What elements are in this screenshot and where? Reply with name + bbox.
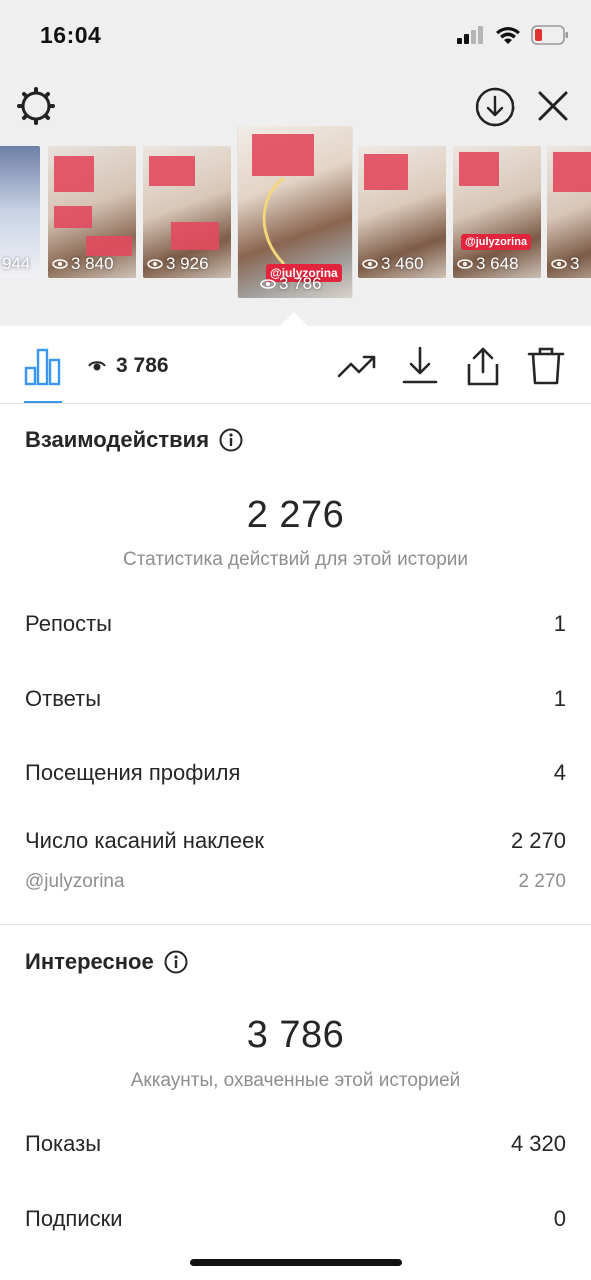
- story-thumb[interactable]: 3 460: [358, 146, 446, 278]
- story-thumb[interactable]: 3 840: [48, 146, 136, 278]
- stat-row: Репосты 1: [25, 611, 566, 637]
- gear-icon[interactable]: [16, 86, 56, 126]
- selected-pointer: [280, 312, 308, 326]
- home-indicator[interactable]: [190, 1259, 402, 1266]
- thumb-views: 3 926: [147, 254, 209, 274]
- stat-label: Подписки: [25, 1206, 123, 1231]
- story-thumb[interactable]: 3 926: [143, 146, 231, 278]
- stat-row: Число касаний наклеек 2 270: [25, 828, 566, 854]
- download-icon[interactable]: [400, 346, 440, 386]
- story-thumb[interactable]: 3: [547, 146, 591, 278]
- eye-icon: [147, 259, 163, 269]
- story-thumb[interactable]: 944: [0, 146, 40, 278]
- story-thumb-active[interactable]: @julyzorina 3 786: [238, 126, 352, 298]
- thumb-views: 944: [2, 254, 31, 273]
- reach-count: 3 786: [88, 354, 169, 378]
- eye-icon: [457, 259, 473, 269]
- scribble-decoration: [262, 176, 286, 266]
- sticker-label: @julyzorina: [25, 871, 125, 892]
- stat-row: Ответы 1: [25, 686, 566, 712]
- discovery-total: 3 786: [246, 1014, 345, 1056]
- eye-icon: [260, 279, 276, 289]
- story-thumbnails: 944 3 840 3 926 @julyzorina 3 786 3 460 …: [0, 126, 591, 298]
- active-tab-underline: [24, 401, 62, 403]
- stat-row: Посещения профиля 4: [25, 760, 566, 786]
- stat-label: Ответы: [25, 686, 102, 711]
- trend-icon[interactable]: [337, 346, 377, 386]
- trash-icon[interactable]: [526, 346, 566, 386]
- stat-value: 1: [553, 686, 566, 711]
- status-time: 16:04: [40, 22, 102, 48]
- stat-label: Число касаний наклеек: [25, 828, 264, 853]
- story-thumb[interactable]: @julyzorina 3 648: [453, 146, 541, 278]
- eye-icon: [362, 259, 378, 269]
- section-divider: [0, 924, 591, 925]
- eye-icon: [551, 259, 567, 269]
- thumb-views: 3 648: [457, 254, 519, 274]
- stat-value: 4: [553, 760, 566, 785]
- eye-icon: [88, 361, 106, 371]
- interactions-caption: Статистика действий для этой истории: [122, 549, 469, 570]
- sticker-value: 2 270: [518, 871, 566, 892]
- interactions-title-text: Взаимодействия: [25, 427, 210, 452]
- bar-chart-icon[interactable]: [24, 346, 62, 386]
- battery-low-icon: [531, 25, 568, 45]
- status-bar: 16:04: [0, 0, 591, 72]
- sticker-sub-row: @julyzorina 2 270: [25, 871, 566, 893]
- eye-icon: [52, 259, 68, 269]
- discovery-title: Интересное: [25, 949, 188, 975]
- stat-label: Показы: [25, 1131, 102, 1156]
- stat-value: 1: [553, 611, 566, 636]
- share-icon[interactable]: [463, 346, 503, 386]
- insights-action-bar: 3 786: [0, 326, 591, 404]
- status-icons: [457, 25, 569, 45]
- signal-icon: [457, 26, 483, 44]
- stat-value: 2 270: [510, 828, 566, 853]
- stat-value: 0: [553, 1206, 566, 1231]
- info-icon[interactable]: [164, 950, 188, 974]
- thumb-views: 3: [551, 254, 579, 274]
- info-icon[interactable]: [219, 428, 243, 452]
- thumb-views: 3 460: [362, 254, 424, 274]
- stat-value: 4 320: [510, 1131, 566, 1156]
- download-circle-icon[interactable]: [474, 86, 516, 128]
- close-icon[interactable]: [535, 88, 571, 124]
- stat-row: Подписки 0: [25, 1206, 566, 1232]
- interactions-title: Взаимодействия: [25, 427, 243, 453]
- thumb-views: 3 840: [52, 254, 114, 274]
- stat-label: Репосты: [25, 611, 112, 636]
- stat-label: Посещения профиля: [25, 760, 241, 785]
- thumb-views: 3 786: [260, 274, 322, 294]
- discovery-caption: Аккаунты, охваченные этой историей: [130, 1070, 461, 1091]
- interactions-total: 2 276: [246, 494, 345, 536]
- wifi-icon: [496, 26, 520, 44]
- mention-sticker: @julyzorina: [461, 234, 532, 250]
- stat-row: Показы 4 320: [25, 1131, 566, 1157]
- discovery-title-text: Интересное: [25, 949, 154, 974]
